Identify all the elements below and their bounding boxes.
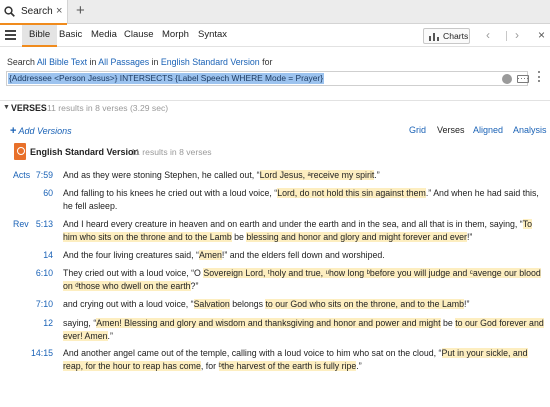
verses-section-title[interactable]: VERSES <box>11 103 47 113</box>
more-options-icon[interactable] <box>537 71 541 86</box>
verse-text-segment: And as they were stoning Stephen, he cal… <box>63 170 260 180</box>
verse-reference-link[interactable]: 14 <box>43 250 53 260</box>
verse-text: And the four living creatures said, “Ame… <box>63 249 547 262</box>
view-grid[interactable]: Grid <box>409 125 426 135</box>
book-cover-icon[interactable] <box>14 143 26 160</box>
section-divider <box>0 100 550 101</box>
charts-label: Charts <box>443 31 469 41</box>
book-reference-link[interactable]: Acts <box>13 170 30 180</box>
speech-highlight: ᵘhow long <box>325 268 367 278</box>
collapse-caret-icon[interactable]: ▼ <box>3 104 10 111</box>
verse-text-segment: .” <box>356 360 362 371</box>
add-icon: + <box>10 125 17 137</box>
passages-link[interactable]: All Passages <box>98 57 149 67</box>
verse-text: saying, “Amen! Blessing and glory and wi… <box>63 317 547 342</box>
verse-reference-link[interactable]: 14:15 <box>31 348 53 358</box>
hamburger-menu-icon[interactable] <box>5 30 16 40</box>
book-reference-link[interactable]: Rev <box>13 219 29 229</box>
scope-link[interactable]: All Bible Text <box>37 57 87 67</box>
verse-text-segment: belongs <box>229 299 266 309</box>
verse-text-segment: , for <box>200 360 219 371</box>
speech-highlight: ᵇbefore you will judge and <box>366 268 470 278</box>
speech-highlight: to our God who sits on the throne, and t… <box>265 299 465 309</box>
search-description: Search All Bible Text in All Passages in… <box>7 57 272 67</box>
results-count: 11 results in 8 verses (3.29 sec) <box>47 103 169 113</box>
tab-strip: Search × + <box>0 0 550 25</box>
verse-reference-link[interactable]: 60 <box>43 188 53 198</box>
verse-reference-link[interactable]: 7:10 <box>36 299 53 309</box>
speech-highlight: ᵈthose who dwell on the earth <box>75 280 191 291</box>
verse-text-segment: !” <box>466 231 473 242</box>
back-button[interactable]: ‹ <box>486 29 490 41</box>
query-text[interactable]: {Addressee <Person Jesus>} INTERSECTS {L… <box>8 73 324 84</box>
verse-text-segment: !” <box>464 299 470 309</box>
forward-button[interactable]: › <box>515 29 519 41</box>
verse-text-segment: And the four living creatures said, “ <box>63 250 199 260</box>
verse-reference-link[interactable]: 5:13 <box>36 219 53 229</box>
verse-text-segment: .” <box>107 330 113 341</box>
speech-highlight: Sovereign Lord, <box>203 268 268 278</box>
bar-chart-icon <box>429 33 439 41</box>
speech-highlight: ᵇthe harvest of the earth is fully ripe <box>218 360 357 371</box>
verse-reference-link[interactable]: 7:59 <box>36 170 53 180</box>
search-go-icon[interactable] <box>502 74 512 84</box>
tab-syntax[interactable]: Syntax <box>198 25 227 47</box>
tab-morph[interactable]: Morph <box>162 25 189 47</box>
verse-text: And as they were stoning Stephen, he cal… <box>63 169 547 182</box>
verse-text-segment: And I heard every creature in heaven and… <box>63 219 523 229</box>
search-tab[interactable]: Search × <box>0 0 68 25</box>
verse-text-segment: ?” <box>190 280 199 291</box>
speech-highlight: Amen! Blessing and glory and wisdom and … <box>96 318 441 328</box>
verse-text: And another angel came out of the temple… <box>63 347 547 372</box>
speech-highlight: receive my spirit <box>310 170 375 180</box>
verse-text: They cried out with a loud voice, “O Sov… <box>63 267 547 292</box>
verse-text: and crying out with a loud voice, “Salva… <box>63 298 547 311</box>
version-results-count: 11 results in 8 verses <box>131 147 212 157</box>
verse-text-segment: And falling to his knees he cried out wi… <box>63 188 278 198</box>
verse-text-segment: .” <box>374 170 380 180</box>
verse-text-segment: be <box>440 318 456 328</box>
search-prefix: Search <box>7 57 37 67</box>
speech-highlight: blessing and honor and glory and might f… <box>246 231 467 242</box>
speech-highlight: Lord Jesus, <box>259 170 308 180</box>
new-tab-button[interactable]: + <box>76 3 85 19</box>
verse-reference-link[interactable]: 12 <box>43 318 53 328</box>
version-name[interactable]: English Standard Version <box>30 147 139 157</box>
search-in-2: in <box>149 57 161 67</box>
tab-media[interactable]: Media <box>91 25 117 47</box>
search-toolbar: Bible Basic Media Clause Morph Syntax Ch… <box>0 25 550 47</box>
verse-text-segment: And another angel came out of the temple… <box>63 348 442 358</box>
search-icon <box>4 6 15 17</box>
verse-text-segment: !” and the elders fell down and worshipe… <box>221 250 385 260</box>
speech-highlight: Salvation <box>193 299 230 309</box>
tab-bible[interactable]: Bible <box>22 25 58 47</box>
tab-basic[interactable]: Basic <box>59 25 82 47</box>
verse-reference-link[interactable]: 6:10 <box>36 268 53 278</box>
search-suffix: for <box>259 57 273 67</box>
speech-highlight: Lord, do not hold this sin against them <box>277 188 426 198</box>
tab-clause[interactable]: Clause <box>124 25 154 47</box>
speech-highlight: ᵗholy and true, <box>267 268 326 278</box>
verse-text: And I heard every creature in heaven and… <box>63 218 547 243</box>
view-analysis[interactable]: Analysis <box>513 125 547 135</box>
tab-label: Search <box>21 6 53 17</box>
view-verses[interactable]: Verses <box>437 125 465 135</box>
tab-close-icon[interactable]: × <box>56 5 62 17</box>
nav-divider <box>506 31 507 41</box>
add-versions-label: Add Versions <box>18 126 72 136</box>
close-panel-icon[interactable]: × <box>538 28 545 42</box>
verse-text-segment: be <box>231 231 247 242</box>
search-query-input[interactable]: {Addressee <Person Jesus>} INTERSECTS {L… <box>6 71 529 86</box>
verse-text-segment: and crying out with a loud voice, “ <box>63 299 194 309</box>
keyboard-icon[interactable] <box>517 75 529 83</box>
add-versions-link[interactable]: + Add Versions <box>10 125 72 137</box>
verse-text-segment: They cried out with a loud voice, “O <box>63 268 204 278</box>
view-aligned[interactable]: Aligned <box>473 125 503 135</box>
version-link[interactable]: English Standard Version <box>161 57 260 67</box>
verse-text-segment: saying, “ <box>63 318 97 328</box>
verse-text: And falling to his knees he cried out wi… <box>63 187 547 212</box>
search-in-1: in <box>87 57 99 67</box>
speech-highlight: Amen <box>198 250 222 260</box>
charts-button[interactable]: Charts <box>423 28 470 44</box>
